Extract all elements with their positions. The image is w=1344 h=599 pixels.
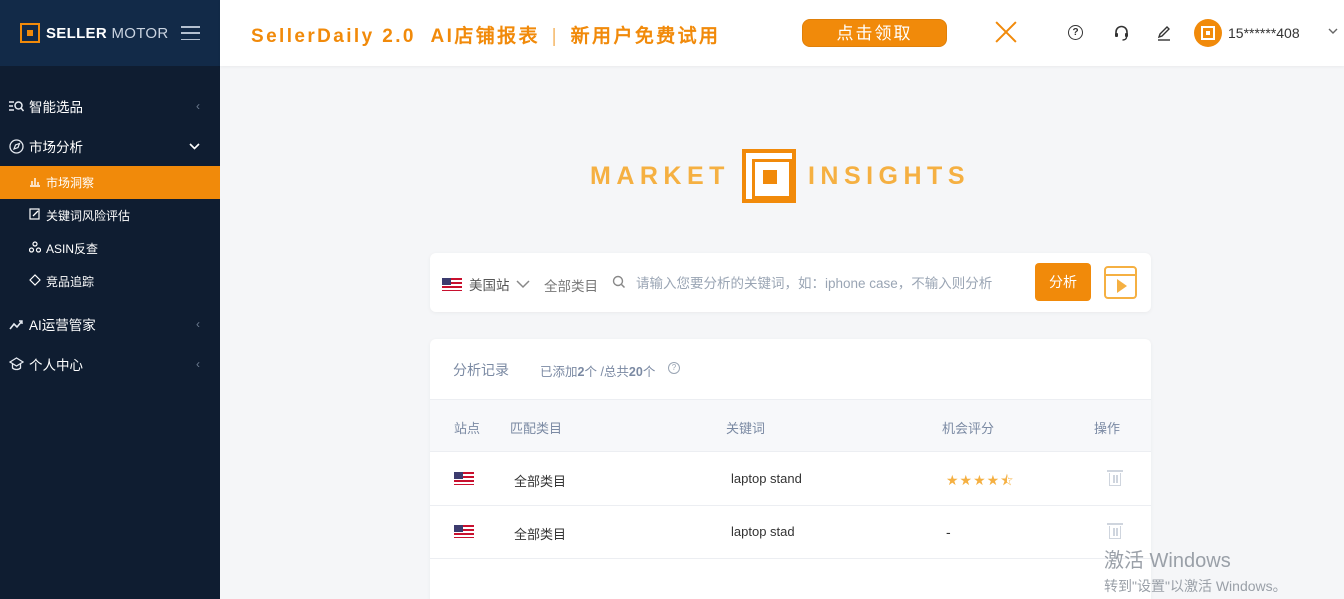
chevron-down-icon <box>515 277 530 292</box>
column-header-actions: 操作 <box>1094 421 1121 436</box>
row-keyword[interactable]: laptop stand <box>731 471 802 486</box>
sidebar-subitem-label: 关键词风险评估 <box>46 209 131 223</box>
headset-icon[interactable] <box>1112 24 1130 42</box>
compass-icon <box>8 138 24 154</box>
edit-doc-icon <box>28 208 42 223</box>
chevron-left-icon: ‹ <box>196 99 200 113</box>
sidebar-item-label: 智能选品 <box>29 100 83 115</box>
sidebar-item-product-selection[interactable]: 智能选品 ‹ <box>0 86 220 126</box>
logo-mark-icon <box>741 149 796 203</box>
table-header: 站点 匹配类目 关键词 机会评分 操作 <box>430 399 1151 452</box>
keyword-search-input[interactable] <box>636 269 1034 297</box>
seller-motor-logo-icon <box>20 23 40 43</box>
delete-icon[interactable] <box>1107 523 1123 540</box>
logo-word-left: MARKET <box>590 161 730 190</box>
sidebar-subitem-keyword-risk[interactable]: 关键词风险评估 <box>0 199 220 232</box>
brand-bar: SELLER MOTOR <box>0 0 220 66</box>
chevron-down-icon <box>189 139 200 153</box>
sidebar-subitem-competitor-tracking[interactable]: 竞品追踪 <box>0 265 220 298</box>
promo-title: SellerDaily 2.0 AI店铺报表 <box>251 26 540 47</box>
help-icon[interactable]: ? <box>1068 25 1083 40</box>
menu-toggle-icon[interactable] <box>181 26 200 40</box>
chevron-left-icon: ‹ <box>196 317 200 331</box>
analysis-records-panel: 分析记录 已添加2个 /总共20个 ? 站点 匹配类目 关键词 机会评分 操作 … <box>430 339 1151 599</box>
row-score-stars: ★★★★⯪ <box>946 472 1015 488</box>
sidebar-item-user-center[interactable]: 个人中心 ‹ <box>0 344 220 384</box>
sidebar-item-ai-ops[interactable]: AI运营管家 ‹ <box>0 304 220 344</box>
promo-banner: SellerDaily 2.0 AI店铺报表 | 新用户免费试用 <box>251 21 720 48</box>
sidebar: SELLER MOTOR 智能选品 ‹ 市场分析 市场洞察 关键词风险评估 AS… <box>0 0 220 599</box>
close-icon[interactable] <box>994 19 1018 45</box>
promo-subtitle: 新用户免费试用 <box>570 26 721 47</box>
avatar[interactable] <box>1194 19 1222 47</box>
nodes-icon <box>28 241 42 256</box>
search-icon <box>612 275 626 289</box>
site-select[interactable]: 美国站 <box>442 274 530 294</box>
column-header-site: 站点 <box>454 421 481 436</box>
row-category: 全部类目 <box>514 527 567 542</box>
table-row[interactable]: 全部类目 laptop stad - <box>430 506 1151 559</box>
brand-name: SELLER MOTOR <box>46 24 169 42</box>
search-list-icon <box>8 98 24 114</box>
sidebar-item-label: 个人中心 <box>29 358 83 373</box>
sidebar-item-market-analysis[interactable]: 市场分析 <box>0 126 220 166</box>
windows-activation-watermark: 激活 Windows 转到"设置"以激活 Windows。 <box>1104 550 1287 594</box>
column-header-category: 匹配类目 <box>510 421 563 436</box>
user-center-icon <box>8 356 24 372</box>
sidebar-item-label: 市场分析 <box>29 140 83 155</box>
edit-icon[interactable] <box>1155 24 1173 42</box>
market-insights-logo: MARKET INSIGHTS <box>590 148 990 204</box>
table-row[interactable]: 全部类目 laptop stand ★★★★⯪ <box>430 453 1151 506</box>
category-select[interactable]: 全部类目 <box>544 275 598 295</box>
trend-icon <box>8 316 24 332</box>
bar-chart-icon <box>28 176 42 190</box>
top-bar: SellerDaily 2.0 AI店铺报表 | 新用户免费试用 点击领取 ? … <box>220 0 1344 66</box>
sidebar-subitem-label: ASIN反查 <box>46 242 99 256</box>
tag-icon <box>28 274 42 289</box>
sidebar-subitem-label: 市场洞察 <box>46 176 95 190</box>
sidebar-subitem-market-insights[interactable]: 市场洞察 <box>0 166 220 199</box>
user-phone[interactable]: 15******408 <box>1228 25 1300 41</box>
us-flag-icon <box>454 525 474 538</box>
row-category: 全部类目 <box>514 474 567 489</box>
help-icon[interactable]: ? <box>668 362 680 374</box>
sidebar-subitem-label: 竞品追踪 <box>46 275 95 289</box>
column-header-keyword: 关键词 <box>726 421 766 436</box>
analyze-button[interactable]: 分析 <box>1035 263 1091 301</box>
sidebar-menu: 智能选品 ‹ 市场分析 市场洞察 关键词风险评估 ASIN反查 竞品追踪 AI运… <box>0 66 220 384</box>
search-panel: 美国站 全部类目 分析 <box>430 253 1151 312</box>
row-keyword[interactable]: laptop stad <box>731 524 795 539</box>
delete-icon[interactable] <box>1107 470 1123 487</box>
promo-separator: | <box>551 26 559 47</box>
records-count: 已添加2个 /总共20个 <box>540 365 656 379</box>
records-title[interactable]: 分析记录 <box>453 360 509 380</box>
site-select-value: 美国站 <box>469 278 510 293</box>
claim-trial-button[interactable]: 点击领取 <box>802 19 947 47</box>
row-score: - <box>946 524 952 540</box>
column-header-score: 机会评分 <box>942 421 995 436</box>
us-flag-icon <box>442 277 462 291</box>
video-tutorial-icon[interactable] <box>1104 266 1137 299</box>
us-flag-icon <box>454 472 474 485</box>
sidebar-item-label: AI运营管家 <box>29 318 96 333</box>
chevron-down-icon[interactable] <box>1328 26 1338 38</box>
sidebar-subitem-asin-lookup[interactable]: ASIN反查 <box>0 232 220 265</box>
logo-word-right: INSIGHTS <box>807 161 971 190</box>
chevron-left-icon: ‹ <box>196 357 200 371</box>
